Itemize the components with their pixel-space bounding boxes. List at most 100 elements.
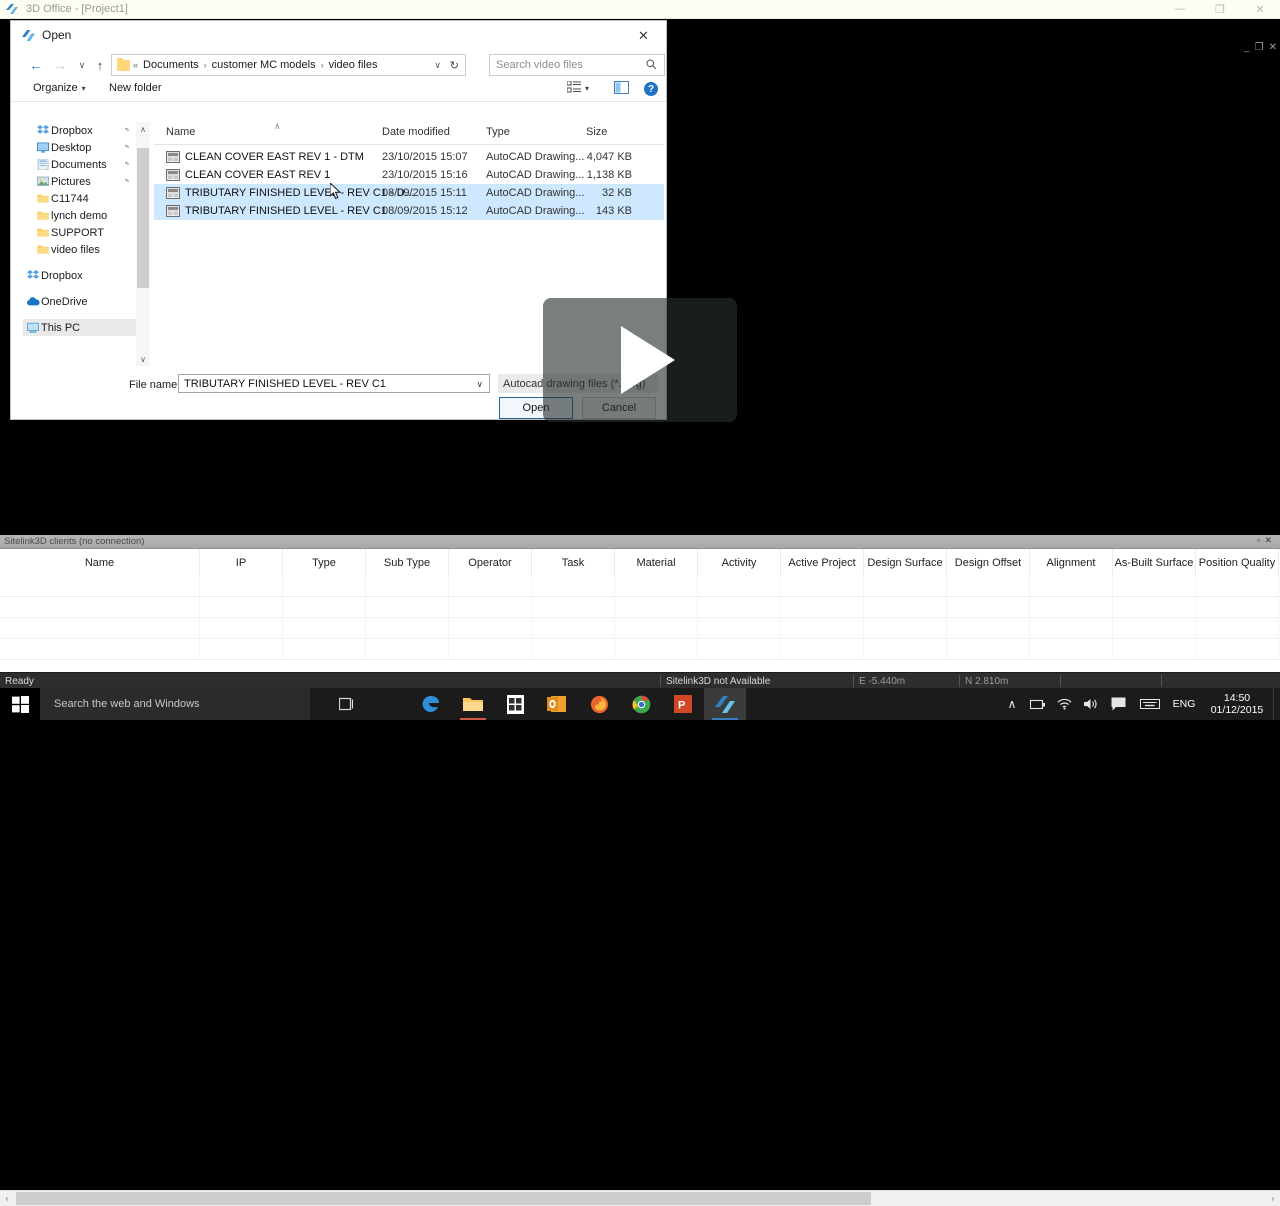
- taskbar-app-outlook-icon[interactable]: [536, 688, 578, 720]
- tray-expand-chevron-up-icon[interactable]: ∧: [999, 688, 1025, 720]
- show-desktop-button[interactable]: [1273, 688, 1280, 720]
- nav-item-this-pc[interactable]: This PC: [23, 319, 136, 336]
- mdi-restore-button[interactable]: ❐: [1255, 43, 1264, 53]
- scroll-up-arrow-icon[interactable]: ∧: [136, 122, 150, 136]
- grid-row[interactable]: [0, 639, 1280, 660]
- clock[interactable]: 14:50 01/12/2015: [1201, 688, 1273, 720]
- up-one-level-button[interactable]: ↑: [89, 54, 111, 76]
- grid-row[interactable]: [0, 576, 1280, 597]
- grid-column-header[interactable]: IP: [200, 549, 283, 576]
- scroll-left-arrow-icon[interactable]: ‹: [0, 1191, 14, 1206]
- sitelink-caption-buttons[interactable]: ▫✕: [1257, 535, 1276, 546]
- grid-cell[interactable]: [532, 576, 615, 596]
- grid-cell[interactable]: [366, 618, 449, 638]
- file-name-input[interactable]: TRIBUTARY FINISHED LEVEL - REV C1 ∨: [178, 374, 490, 393]
- taskbar-app-store-icon[interactable]: [494, 688, 536, 720]
- grid-cell[interactable]: [615, 597, 698, 617]
- nav-item-support[interactable]: SUPPORT: [23, 224, 136, 241]
- grid-column-header[interactable]: Design Surface: [864, 549, 947, 576]
- change-view-button[interactable]: ▾: [566, 80, 589, 96]
- nav-item-desktop[interactable]: Desktop ✒: [23, 139, 136, 156]
- navigation-pane-scrollbar[interactable]: ∧ ∨: [136, 122, 150, 366]
- address-bar[interactable]: « Documents › customer MC models › video…: [111, 54, 466, 76]
- pin-icon[interactable]: ✒: [122, 142, 132, 152]
- video-play-button[interactable]: [543, 298, 737, 422]
- close-icon[interactable]: ✕: [1264, 535, 1276, 545]
- column-header-size[interactable]: Size: [586, 126, 607, 138]
- grid-cell[interactable]: [1196, 597, 1279, 617]
- column-header-type[interactable]: Type: [486, 126, 510, 138]
- grid-column-header[interactable]: Type: [283, 549, 366, 576]
- grid-cell[interactable]: [947, 576, 1030, 596]
- grid-cell[interactable]: [864, 597, 947, 617]
- column-header-name[interactable]: Name: [166, 126, 195, 138]
- grid-cell[interactable]: [615, 576, 698, 596]
- pin-icon[interactable]: ✒: [122, 159, 132, 169]
- mdi-minimize-button[interactable]: _: [1244, 43, 1250, 53]
- file-row[interactable]: TRIBUTARY FINISHED LEVEL - REV C1 - D...…: [154, 184, 664, 202]
- file-row[interactable]: CLEAN COVER EAST REV 1 - DTM 23/10/2015 1…: [154, 148, 664, 166]
- taskbar-search-input[interactable]: Search the web and Windows: [40, 688, 310, 720]
- grid-cell[interactable]: [781, 576, 864, 596]
- grid-column-header[interactable]: Task: [532, 549, 615, 576]
- grid-column-header[interactable]: Active Project: [781, 549, 864, 576]
- grid-cell[interactable]: [781, 597, 864, 617]
- preview-pane-button[interactable]: [614, 81, 629, 97]
- grid-cell[interactable]: [864, 639, 947, 659]
- grid-cell[interactable]: [0, 618, 200, 638]
- grid-cell[interactable]: [864, 576, 947, 596]
- grid-cell[interactable]: [781, 618, 864, 638]
- grid-cell[interactable]: [200, 576, 283, 596]
- file-row[interactable]: TRIBUTARY FINISHED LEVEL - REV C1 08/09/2…: [154, 202, 664, 220]
- taskbar-app-firefox-icon[interactable]: [578, 688, 620, 720]
- grid-cell[interactable]: [200, 639, 283, 659]
- action-center-icon[interactable]: [1103, 688, 1133, 720]
- grid-cell[interactable]: [449, 576, 532, 596]
- grid-cell[interactable]: [532, 639, 615, 659]
- forward-button[interactable]: →: [49, 54, 71, 76]
- grid-cell[interactable]: [532, 597, 615, 617]
- grid-cell[interactable]: [0, 639, 200, 659]
- chevron-down-icon[interactable]: ∨: [476, 379, 483, 390]
- grid-cell[interactable]: [947, 618, 1030, 638]
- grid-cell[interactable]: [1030, 597, 1113, 617]
- nav-item-onedrive[interactable]: OneDrive: [23, 293, 136, 310]
- volume-icon[interactable]: [1077, 688, 1103, 720]
- grid-cell[interactable]: [283, 597, 366, 617]
- keyboard-icon[interactable]: [1133, 688, 1167, 720]
- grid-column-header[interactable]: Name: [0, 549, 200, 576]
- grid-cell[interactable]: [1113, 576, 1196, 596]
- grid-cell[interactable]: [698, 576, 781, 596]
- nav-item-video-files[interactable]: video files: [23, 241, 136, 258]
- language-indicator[interactable]: ENG: [1167, 688, 1201, 720]
- grid-cell[interactable]: [947, 639, 1030, 659]
- help-button[interactable]: ?: [644, 82, 658, 96]
- grid-cell[interactable]: [1196, 639, 1279, 659]
- grid-row[interactable]: [0, 597, 1280, 618]
- grid-cell[interactable]: [1030, 639, 1113, 659]
- address-dropdown-chevron-down-icon[interactable]: ∨: [434, 60, 441, 71]
- nav-item-pictures[interactable]: Pictures ✒: [23, 173, 136, 190]
- breadcrumb-customer-mc-models[interactable]: customer MC models: [210, 59, 318, 71]
- grid-column-header[interactable]: Material: [615, 549, 698, 576]
- grid-cell[interactable]: [532, 618, 615, 638]
- grid-cell[interactable]: [0, 597, 200, 617]
- grid-cell[interactable]: [698, 639, 781, 659]
- navigation-pane[interactable]: Dropbox ✒ Desktop ✒ Documents ✒ Pictures ✒ C1174…: [23, 122, 136, 366]
- pin-icon[interactable]: ✒: [122, 176, 132, 186]
- grid-cell[interactable]: [366, 639, 449, 659]
- taskbar-app-chrome-icon[interactable]: [620, 688, 662, 720]
- nav-item-dropbox[interactable]: Dropbox: [23, 267, 136, 284]
- grid-cell[interactable]: [200, 597, 283, 617]
- new-folder-button[interactable]: New folder: [109, 82, 162, 94]
- grid-column-header[interactable]: Position Quality: [1196, 549, 1279, 576]
- grid-cell[interactable]: [1113, 597, 1196, 617]
- taskbar-app-edge-icon[interactable]: [410, 688, 452, 720]
- grid-cell[interactable]: [698, 597, 781, 617]
- grid-cell[interactable]: [1196, 618, 1279, 638]
- grid-cell[interactable]: [283, 576, 366, 596]
- grid-column-header[interactable]: Activity: [698, 549, 781, 576]
- mdi-close-button[interactable]: ✕: [1269, 43, 1277, 53]
- maximize-button[interactable]: ❐: [1200, 0, 1240, 18]
- grid-cell[interactable]: [283, 618, 366, 638]
